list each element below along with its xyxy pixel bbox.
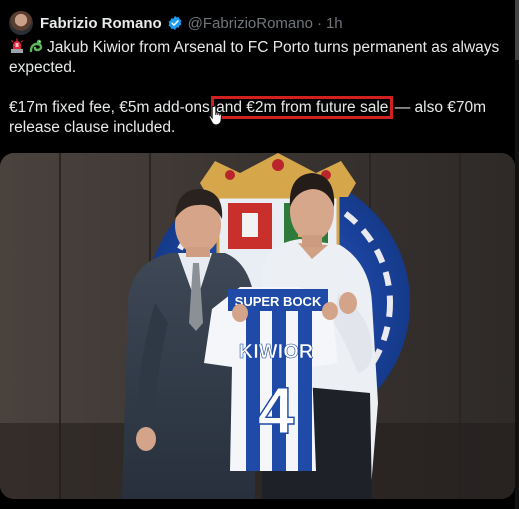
tweet-card[interactable]: Fabrizio Romano @FabrizioRomano · 1h Jak… [0, 0, 519, 509]
dragon-emoji-icon [29, 39, 43, 53]
author-handle[interactable]: @FabrizioRomano [188, 15, 313, 32]
hand-cursor-icon [208, 105, 222, 126]
author-name[interactable]: Fabrizio Romano [40, 15, 162, 32]
avatar[interactable] [9, 11, 33, 35]
scrollbar-thumb[interactable] [515, 0, 519, 60]
tweet-line-1: Jakub Kiwior from Arsenal to FC Porto tu… [9, 38, 509, 78]
tweet-line-1-text: Jakub Kiwior from Arsenal to FC Porto tu… [9, 39, 500, 76]
separator-dot: · [316, 14, 322, 32]
highlighted-phrase: and €2m from future sale [211, 96, 394, 119]
police-light-emoji-icon [11, 38, 23, 53]
photo-illustration: SUPER BOCK KIWIOR 4 [0, 153, 515, 499]
verified-badge-icon [168, 16, 182, 30]
shirt-sponsor: SUPER BOCK [235, 294, 322, 309]
tweet-photo[interactable]: SUPER BOCK KIWIOR 4 [0, 153, 515, 499]
shirt-number: 4 [258, 373, 295, 447]
timestamp[interactable]: 1h [326, 15, 343, 32]
tweet-para2-part1: €17m fixed fee, €5m add-ons [9, 99, 210, 116]
tweet-header: Fabrizio Romano @FabrizioRomano · 1h [9, 11, 343, 35]
tweet-text: Jakub Kiwior from Arsenal to FC Porto tu… [9, 38, 509, 138]
tweet-paragraph-2: €17m fixed fee, €5m add-ons and €2m from… [9, 96, 509, 138]
scrollbar[interactable] [515, 0, 519, 509]
shirt-name: KIWIOR [239, 341, 314, 363]
